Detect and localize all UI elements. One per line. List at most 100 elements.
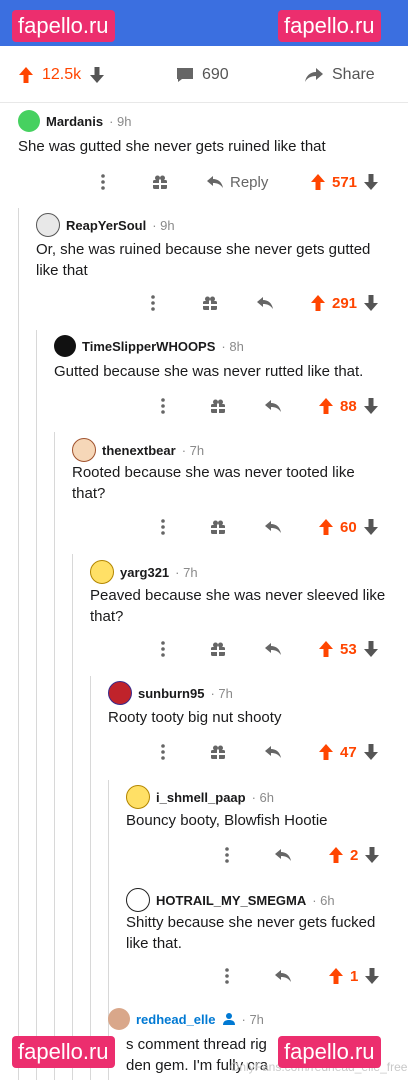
avatar[interactable] [72, 438, 96, 462]
more-options-icon[interactable] [150, 295, 156, 311]
comment-vote: 2 [328, 846, 380, 864]
more-options-icon[interactable] [224, 968, 230, 984]
comment-author[interactable]: yarg321 [120, 565, 169, 580]
comment-actions: 47 [0, 740, 408, 764]
comment-actions: 88 [0, 394, 408, 418]
comment-header: Mardanis · 9h [18, 110, 131, 132]
award-icon[interactable] [210, 641, 226, 657]
share-button[interactable]: Share [304, 66, 375, 84]
downvote-icon [363, 744, 378, 760]
comment-actions: 291 [0, 291, 408, 315]
reply-icon[interactable] [256, 296, 274, 310]
award-icon[interactable] [210, 519, 226, 535]
more-options-icon[interactable] [160, 398, 166, 414]
comment-icon [176, 67, 194, 83]
award-icon[interactable] [152, 174, 168, 190]
more-options-icon[interactable] [224, 847, 230, 863]
comment-body: She was gutted she never gets ruined lik… [18, 138, 326, 155]
upvote-icon [319, 641, 333, 657]
comment-author[interactable]: TimeSlipperWHOOPS [82, 339, 215, 354]
comment-author[interactable]: ReapYerSoul [66, 218, 146, 233]
comment-score: 571 [332, 173, 358, 191]
watermark-logo: fapello.ru [12, 1036, 115, 1068]
post-action-bar: 12.5k 690 Share [0, 52, 408, 103]
comment-score: 1 [350, 967, 359, 985]
thread-line[interactable] [90, 676, 91, 1080]
downvote-icon [363, 398, 378, 414]
comment-author[interactable]: sunburn95 [138, 686, 204, 701]
share-label: Share [332, 66, 375, 83]
comment-actions: Reply 571 [0, 170, 408, 194]
comment-time: · 7h [175, 564, 198, 580]
comment-actions: 2 [0, 843, 408, 867]
reply-icon[interactable] [264, 399, 282, 413]
downvote-icon [363, 519, 378, 535]
avatar[interactable] [108, 1008, 130, 1030]
comment-time: · 7h [241, 1011, 264, 1027]
downvote-icon [365, 847, 380, 863]
comment-body: Rooted because she was never tooted like… [72, 464, 355, 502]
reply-icon[interactable] [264, 520, 282, 534]
comment-vote: 291 [310, 294, 379, 312]
thread-line[interactable] [108, 780, 109, 1080]
comment-author[interactable]: HOTRAIL_MY_SMEGMA [156, 893, 306, 908]
avatar[interactable] [54, 335, 76, 357]
comment-header: TimeSlipperWHOOPS · 8h [54, 335, 244, 357]
upvote-icon [329, 968, 343, 984]
downvote-icon [365, 968, 380, 984]
more-options-icon[interactable] [160, 641, 166, 657]
comment-header: thenextbear · 7h [72, 438, 204, 462]
reply-icon[interactable] [274, 969, 292, 983]
comment-body: Bouncy booty, Blowfish Hootie [126, 812, 328, 829]
reply-button[interactable]: Reply [206, 174, 268, 191]
more-options-icon[interactable] [100, 174, 106, 190]
award-icon[interactable] [210, 398, 226, 414]
reply-icon[interactable] [274, 848, 292, 862]
comment-author[interactable]: redhead_elle [136, 1012, 216, 1027]
downvote-icon[interactable] [89, 66, 105, 84]
comment-time: · 8h [221, 338, 244, 354]
avatar[interactable] [18, 110, 40, 132]
downvote-icon [364, 295, 379, 311]
comment-count: 690 [202, 66, 229, 83]
upvote-icon [329, 847, 343, 863]
upvote-icon [319, 519, 333, 535]
award-icon[interactable] [202, 295, 218, 311]
comment-score: 47 [340, 743, 357, 761]
comment-score: 53 [340, 640, 357, 658]
comment-author[interactable]: i_shmell_paap [156, 790, 246, 805]
comment-score: 88 [340, 397, 357, 415]
avatar[interactable] [36, 213, 60, 237]
post-vote: 12.5k [18, 66, 105, 84]
comment-header: sunburn95 · 7h [108, 681, 233, 705]
thread-line[interactable] [72, 554, 73, 1080]
more-options-icon[interactable] [160, 519, 166, 535]
comment-vote: 571 [310, 173, 379, 191]
upvote-icon [311, 295, 325, 311]
upvote-icon[interactable] [18, 66, 34, 84]
downvote-icon [363, 641, 378, 657]
comment-header: i_shmell_paap · 6h [126, 785, 274, 809]
avatar[interactable] [126, 785, 150, 809]
comment-body: Rooty tooty big nut shooty [108, 709, 282, 726]
comment-body: Gutted because she was never rutted like… [54, 363, 364, 380]
upvote-icon [319, 744, 333, 760]
reply-icon [206, 175, 224, 189]
comment-actions: 53 [0, 637, 408, 661]
comment-vote: 1 [328, 967, 380, 985]
comment-actions: 60 [0, 515, 408, 539]
comment-author[interactable]: Mardanis [46, 114, 103, 129]
upvote-icon [311, 174, 325, 190]
comment-header: yarg321 · 7h [90, 560, 198, 584]
avatar[interactable] [90, 560, 114, 584]
comment-author[interactable]: thenextbear [102, 443, 176, 458]
avatar[interactable] [108, 681, 132, 705]
comment-time: · 6h [312, 892, 335, 908]
reply-icon[interactable] [264, 745, 282, 759]
more-options-icon[interactable] [160, 744, 166, 760]
comment-body: Shitty because she never gets fucked lik… [126, 914, 376, 952]
award-icon[interactable] [210, 744, 226, 760]
reply-icon[interactable] [264, 642, 282, 656]
avatar[interactable] [126, 888, 150, 912]
comments-button[interactable]: 690 [176, 66, 229, 84]
